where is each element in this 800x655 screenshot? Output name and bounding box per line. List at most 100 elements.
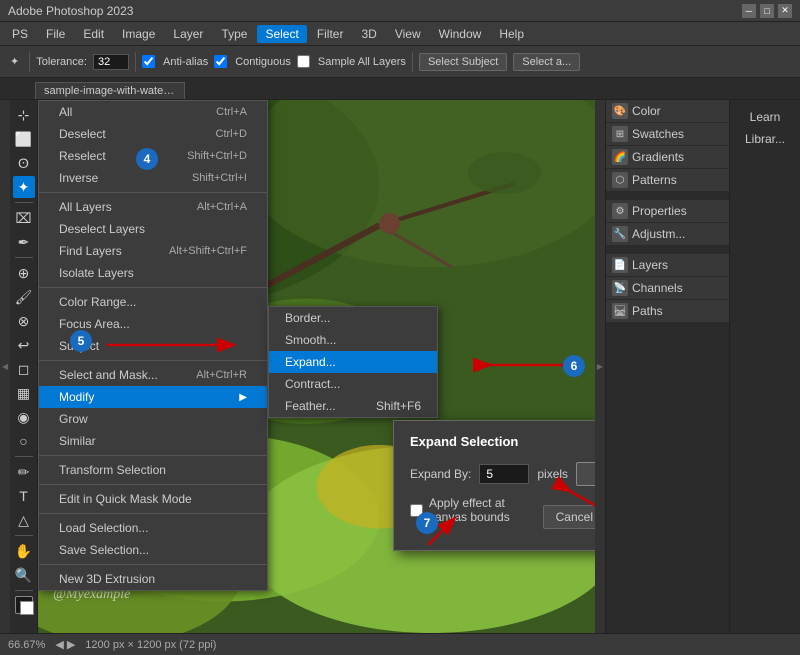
cancel-button[interactable]: Cancel [543, 505, 595, 529]
sample-all-label: Sample All Layers [318, 56, 406, 68]
tool-separator-2 [15, 257, 33, 258]
menu-3d[interactable]: 3D [353, 25, 384, 43]
foreground-color[interactable] [15, 596, 33, 614]
collapse-left-panel[interactable]: ◀ [0, 100, 10, 633]
file-tab[interactable]: sample-image-with-watermark [35, 82, 185, 99]
sep4 [39, 455, 267, 456]
all-layers[interactable]: All LayersAlt+Ctrl+A [39, 196, 267, 218]
contiguous-label: Contiguous [235, 56, 291, 68]
dialog-close-button[interactable]: ✕ [594, 433, 595, 450]
similar[interactable]: Similar [39, 430, 267, 452]
panel-left-column: 🎨 Color ⊞ Swatches 🌈 Gradients ⬡ Pattern… [606, 100, 730, 633]
layers-icon: 📄 [612, 257, 628, 273]
tolerance-input[interactable] [93, 54, 129, 70]
contract[interactable]: Contract... [269, 373, 437, 395]
eraser-tool[interactable]: ◻ [13, 358, 35, 380]
anti-alias-checkbox[interactable] [142, 55, 155, 68]
expand[interactable]: Expand... [269, 351, 437, 373]
magic-wand-tool-left[interactable]: ✦ [13, 176, 35, 198]
hand-tool[interactable]: ✋ [13, 540, 35, 562]
channels-panel-header[interactable]: 📡 Channels [606, 277, 729, 300]
inverse[interactable]: InverseShift+Ctrl+I [39, 167, 267, 189]
modify-menu-item[interactable]: Modify▶ [39, 386, 267, 408]
minimize-button[interactable]: ─ [742, 4, 756, 18]
gradients-panel-header[interactable]: 🌈 Gradients [606, 146, 729, 169]
lasso-tool[interactable]: ʘ [13, 152, 35, 174]
magic-wand-tool[interactable]: ✦ [6, 53, 23, 70]
adjustments-panel-header[interactable]: 🔧 Adjustm... [606, 223, 729, 246]
shape-tool[interactable]: △ [13, 509, 35, 531]
zoom-tool[interactable]: 🔍 [13, 564, 35, 586]
dodge-tool[interactable]: ○ [13, 430, 35, 452]
quick-mask-mode[interactable]: Edit in Quick Mask Mode [39, 488, 267, 510]
brush-tool[interactable]: 🖌 [13, 286, 35, 308]
menu-help[interactable]: Help [491, 25, 532, 43]
layers-panel-header[interactable]: 📄 Layers [606, 254, 729, 277]
nav-arrows[interactable]: ◀ ▶ [55, 638, 75, 651]
select-and-mask-button[interactable]: Select a... [513, 53, 580, 71]
isolate-layers[interactable]: Isolate Layers [39, 262, 267, 284]
select-subject-button[interactable]: Select Subject [419, 53, 507, 71]
menu-ps[interactable]: PS [4, 25, 36, 43]
save-selection[interactable]: Save Selection... [39, 539, 267, 561]
ok-button[interactable]: OK [576, 462, 595, 486]
sample-all-checkbox[interactable] [297, 55, 310, 68]
patterns-panel-header[interactable]: ⬡ Patterns [606, 169, 729, 192]
menu-edit[interactable]: Edit [75, 25, 112, 43]
swatches-panel-header[interactable]: ⊞ Swatches [606, 123, 729, 146]
menu-select[interactable]: Select [257, 25, 306, 43]
smooth[interactable]: Smooth... [269, 329, 437, 351]
history-brush-tool[interactable]: ↩ [13, 334, 35, 356]
color-panel-header[interactable]: 🎨 Color [606, 100, 729, 123]
menu-bar: PS File Edit Image Layer Type Select Fil… [0, 22, 800, 46]
menu-type[interactable]: Type [213, 25, 255, 43]
type-tool[interactable]: T [13, 485, 35, 507]
sep5 [39, 484, 267, 485]
grow[interactable]: Grow [39, 408, 267, 430]
sep2 [39, 287, 267, 288]
select-all[interactable]: AllCtrl+A [39, 101, 267, 123]
maximize-button[interactable]: □ [760, 4, 774, 18]
move-tool[interactable]: ⊹ [13, 104, 35, 126]
feather[interactable]: Feather...Shift+F6 [269, 395, 437, 417]
rectangular-marquee-tool[interactable]: ⬜ [13, 128, 35, 150]
panel-right-column: Learn Librar... [730, 100, 800, 633]
crop-tool[interactable]: ⌧ [13, 207, 35, 229]
menu-filter[interactable]: Filter [309, 25, 352, 43]
select-and-mask[interactable]: Select and Mask...Alt+Ctrl+R [39, 364, 267, 386]
libraries-panel-item[interactable]: Librar... [737, 128, 793, 150]
blur-tool[interactable]: ◉ [13, 406, 35, 428]
menu-image[interactable]: Image [114, 25, 163, 43]
sep7 [39, 564, 267, 565]
gradient-tool[interactable]: ▦ [13, 382, 35, 404]
right-panel: 🎨 Color ⊞ Swatches 🌈 Gradients ⬡ Pattern… [605, 100, 800, 633]
learn-panel-item[interactable]: Learn [742, 106, 789, 128]
color-range[interactable]: Color Range... [39, 291, 267, 313]
pen-tool[interactable]: ✏ [13, 461, 35, 483]
menu-window[interactable]: Window [431, 25, 490, 43]
title-bar: Adobe Photoshop 2023 ─ □ ✕ [0, 0, 800, 22]
deselect-layers[interactable]: Deselect Layers [39, 218, 267, 240]
paths-panel-header[interactable]: 🛤 Paths [606, 300, 729, 323]
deselect[interactable]: DeselectCtrl+D [39, 123, 267, 145]
swatches-icon: ⊞ [612, 126, 628, 142]
menu-file[interactable]: File [38, 25, 73, 43]
border[interactable]: Border... [269, 307, 437, 329]
gradients-icon: 🌈 [612, 149, 628, 165]
transform-selection[interactable]: Transform Selection [39, 459, 267, 481]
menu-layer[interactable]: Layer [165, 25, 211, 43]
new-3d-extrusion[interactable]: New 3D Extrusion [39, 568, 267, 590]
find-layers[interactable]: Find LayersAlt+Shift+Ctrl+F [39, 240, 267, 262]
properties-panel-header[interactable]: ⚙ Properties [606, 200, 729, 223]
expand-by-input[interactable] [479, 464, 529, 484]
eyedropper-tool[interactable]: ✒ [13, 231, 35, 253]
step-7: 7 [416, 512, 438, 534]
left-toolbar: ⊹ ⬜ ʘ ✦ ⌧ ✒ ⊕ 🖌 ⊗ ↩ ◻ ▦ ◉ ○ ✏ T △ ✋ 🔍 [10, 100, 38, 633]
menu-view[interactable]: View [387, 25, 429, 43]
close-button[interactable]: ✕ [778, 4, 792, 18]
load-selection[interactable]: Load Selection... [39, 517, 267, 539]
clone-stamp-tool[interactable]: ⊗ [13, 310, 35, 332]
collapse-right-panel[interactable]: ▶ [595, 100, 605, 633]
contiguous-checkbox[interactable] [214, 55, 227, 68]
healing-brush-tool[interactable]: ⊕ [13, 262, 35, 284]
